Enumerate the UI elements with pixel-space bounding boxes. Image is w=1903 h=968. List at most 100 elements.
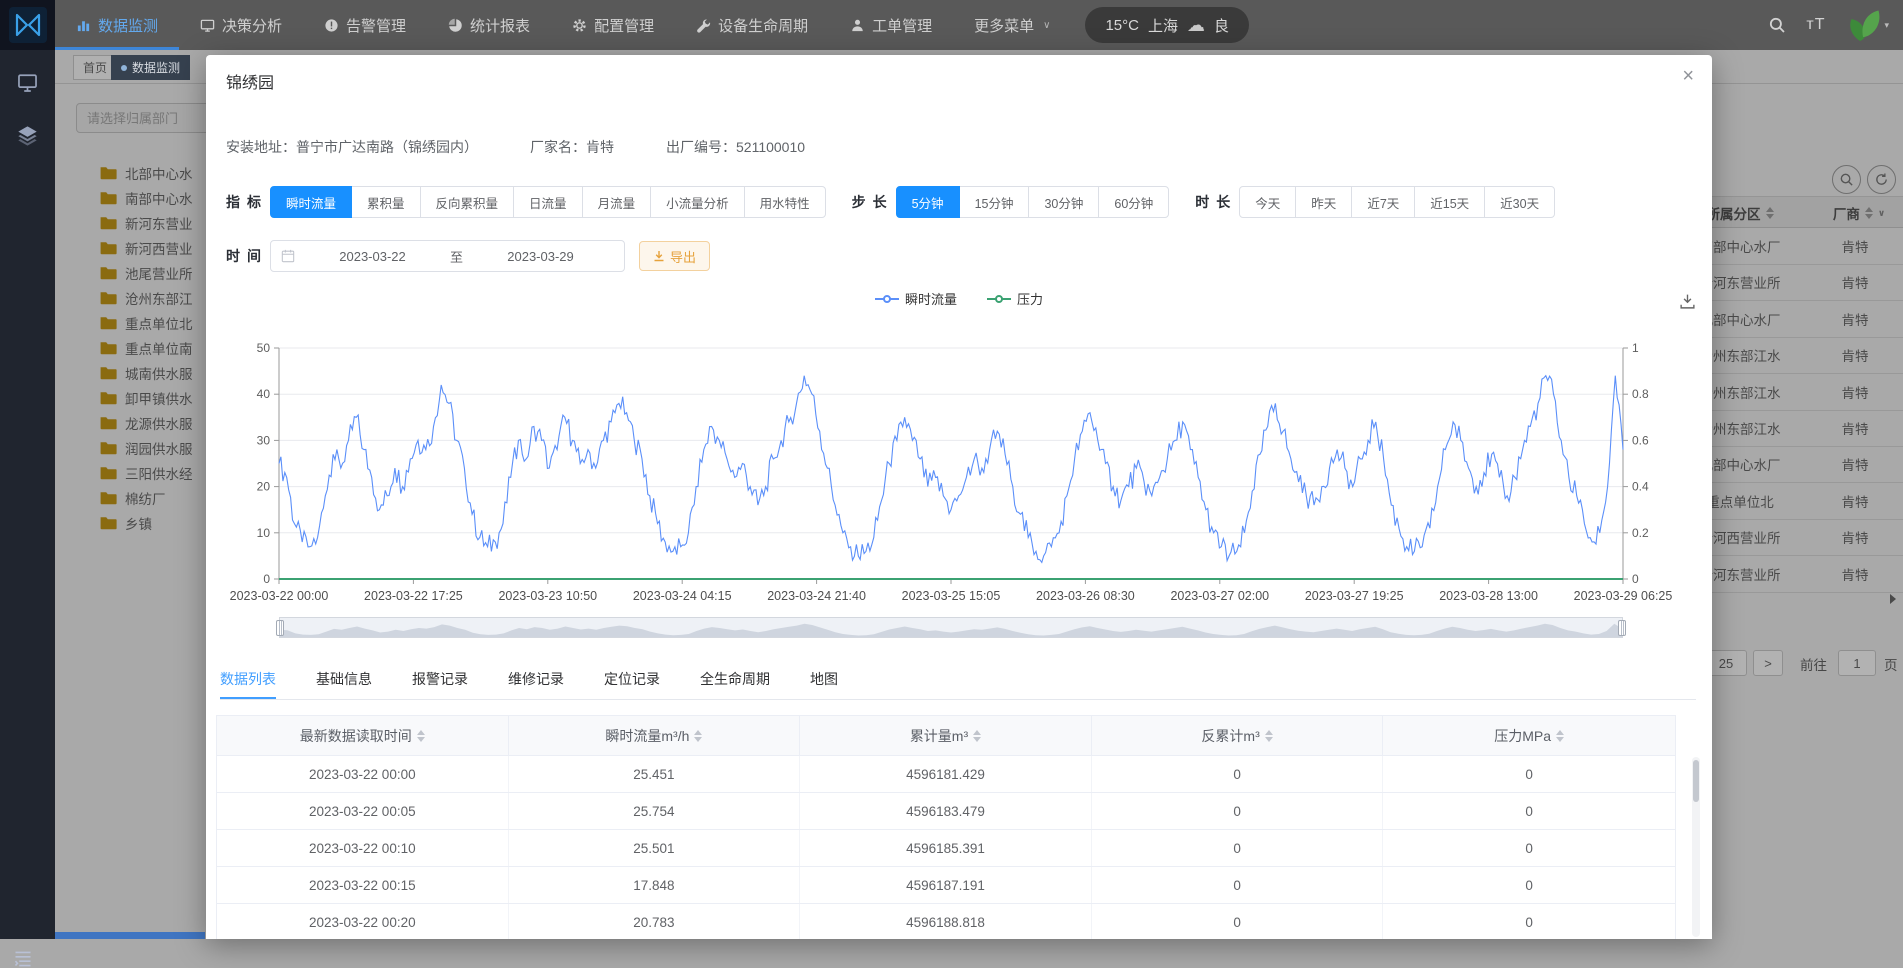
date-end-value[interactable]: 2023-03-29 (467, 249, 614, 264)
device-detail-modal: 锦绣园 × 安装地址：普宁市广达南路（锦绣园内） 厂家名：肯特 出厂编号：521… (206, 55, 1712, 939)
nav-item-2[interactable]: 告警管理 (303, 0, 427, 50)
data-row-0: 2023-03-22 00:00 25.451 4596181.429 0 0 (217, 756, 1675, 793)
data-col-3[interactable]: 反累计m³ (1092, 716, 1384, 755)
tab-active-dot-icon (121, 64, 127, 71)
flow-line-chart[interactable]: 0 0 10 0.2 20 0.4 30 0.6 40 0.8 50 1 2023-03-22 00:0… (226, 317, 1686, 617)
svg-text:10: 10 (257, 526, 271, 540)
page-number-input[interactable] (1838, 650, 1876, 676)
detail-tab-6[interactable]: 地图 (810, 663, 838, 699)
indicator-option-3[interactable]: 日流量 (513, 186, 583, 218)
nav-item-1[interactable]: 决策分析 (179, 0, 303, 50)
detail-tab-0[interactable]: 数据列表 (220, 663, 276, 699)
datazoom-right-handle[interactable] (1618, 619, 1626, 636)
data-col-4[interactable]: 压力MPa (1383, 716, 1675, 755)
legend-item-pressure[interactable]: 压力 (987, 289, 1043, 308)
folder-icon (100, 316, 117, 330)
nav-item-7[interactable]: 更多菜单 ∨ (953, 0, 1071, 50)
save-image-icon[interactable] (1679, 293, 1696, 310)
duration-option-0[interactable]: 今天 (1239, 186, 1297, 218)
monitor-icon (200, 18, 215, 33)
duration-option-3[interactable]: 近15天 (1414, 186, 1486, 218)
data-table-body: 2023-03-22 00:00 25.451 4596181.429 0 0 2023-… (217, 756, 1675, 939)
table-scrollbar[interactable] (1692, 757, 1700, 937)
tree-item-label: 重点单位南 (125, 341, 193, 357)
date-start-value[interactable]: 2023-03-22 (299, 249, 446, 264)
org-leaf-logo[interactable]: ▾ (1845, 8, 1889, 42)
export-button[interactable]: 导出 (639, 241, 711, 271)
step-label: 步长 (851, 194, 894, 210)
layers-icon[interactable] (17, 125, 38, 146)
calendar-icon (281, 249, 295, 263)
sort-caret-icon[interactable] (694, 729, 703, 742)
nav-item-6[interactable]: 工单管理 (829, 0, 953, 50)
screen-monitor-icon[interactable] (17, 72, 38, 93)
date-range-picker[interactable]: 2023-03-22 至 2023-03-29 (270, 240, 625, 272)
duration-option-2[interactable]: 近7天 (1351, 186, 1416, 218)
duration-option-4[interactable]: 近30天 (1484, 186, 1556, 218)
detail-tab-4[interactable]: 定位记录 (604, 663, 660, 699)
tab-data-monitor[interactable]: 数据监测 (111, 55, 191, 80)
datazoom-slider[interactable] (276, 617, 1626, 638)
table-refresh-button[interactable] (1867, 165, 1896, 194)
step-option-3[interactable]: 60分钟 (1098, 186, 1170, 218)
data-col-label: 反累计m³ (1201, 727, 1260, 744)
data-cell: 4596185.391 (800, 830, 1092, 866)
table-search-button[interactable] (1832, 165, 1861, 194)
folder-icon (100, 466, 117, 480)
next-page-button[interactable]: > (1753, 650, 1783, 676)
indicator-option-1[interactable]: 累积量 (351, 186, 421, 218)
filter-chevron-icon[interactable]: ∨ (1878, 208, 1885, 219)
serial-label: 出厂编号： (666, 139, 736, 155)
detail-tab-5[interactable]: 全生命周期 (700, 663, 770, 699)
step-option-1[interactable]: 15分钟 (958, 186, 1030, 218)
folder-icon (100, 191, 117, 205)
step-option-0[interactable]: 5分钟 (895, 186, 960, 218)
data-list-table: 最新数据读取时间 瞬时流量m³/h 累计量m³ 反累计m³ 压力MPa 2023-03-… (216, 715, 1676, 939)
data-col-1[interactable]: 瞬时流量m³/h (509, 716, 801, 755)
datazoom-left-handle[interactable] (276, 619, 284, 636)
legend-item-flow[interactable]: 瞬时流量 (874, 289, 957, 308)
nav-item-3[interactable]: 统计报表 (427, 0, 551, 50)
bar-chart-icon (76, 18, 91, 33)
nav-item-5[interactable]: 设备生命周期 (675, 0, 829, 50)
sort-caret-icon[interactable] (1264, 729, 1273, 742)
indicator-option-2[interactable]: 反向累积量 (419, 186, 515, 218)
data-col-label: 最新数据读取时间 (299, 727, 412, 744)
bg-cell-vendor: 肯特 (1841, 422, 1869, 437)
scrollbar-thumb[interactable] (1693, 760, 1699, 802)
indicator-option-5[interactable]: 小流量分析 (650, 186, 745, 218)
alert-icon (324, 18, 339, 33)
data-col-2[interactable]: 累计量m³ (800, 716, 1092, 755)
hscroll-right-arrow[interactable] (1890, 594, 1896, 604)
nav-item-4[interactable]: 配置管理 (551, 0, 675, 50)
sort-caret-icon[interactable] (1556, 729, 1565, 742)
data-cell: 0 (1525, 766, 1533, 782)
data-cell: 25.754 (509, 793, 801, 829)
nav-item-0[interactable]: 数据监测 (55, 0, 179, 50)
font-size-icon[interactable]: ᴛT (1806, 16, 1825, 34)
sort-caret-icon[interactable] (416, 729, 425, 742)
bg-col-vendor[interactable]: 厂商 ∨ (1815, 197, 1903, 229)
indicator-option-6[interactable]: 用水特性 (743, 186, 826, 218)
tree-hscrollbar[interactable] (55, 932, 205, 939)
data-cell: 20.783 (509, 904, 801, 939)
detail-tab-2[interactable]: 报警记录 (412, 663, 468, 699)
data-cell: 25.501 (509, 830, 801, 866)
duration-option-1[interactable]: 昨天 (1295, 186, 1353, 218)
close-icon[interactable]: × (1682, 65, 1694, 88)
wrench-icon (696, 18, 711, 33)
collapse-list-icon[interactable] (13, 948, 33, 968)
folder-icon (100, 491, 117, 505)
data-col-0[interactable]: 最新数据读取时间 (217, 716, 509, 755)
indicator-option-4[interactable]: 月流量 (581, 186, 652, 218)
app-logo[interactable] (0, 0, 55, 50)
data-row-4: 2023-03-22 00:20 20.783 4596188.818 0 0 (217, 904, 1675, 939)
detail-tab-3[interactable]: 维修记录 (508, 663, 564, 699)
search-icon[interactable] (1768, 16, 1786, 34)
svg-text:2023-03-25 15:05: 2023-03-25 15:05 (902, 589, 1001, 603)
step-option-2[interactable]: 30分钟 (1028, 186, 1100, 218)
detail-tab-1[interactable]: 基础信息 (316, 663, 372, 699)
user-icon (850, 18, 865, 33)
sort-caret-icon[interactable] (973, 729, 982, 742)
indicator-option-0[interactable]: 瞬时流量 (270, 186, 353, 218)
